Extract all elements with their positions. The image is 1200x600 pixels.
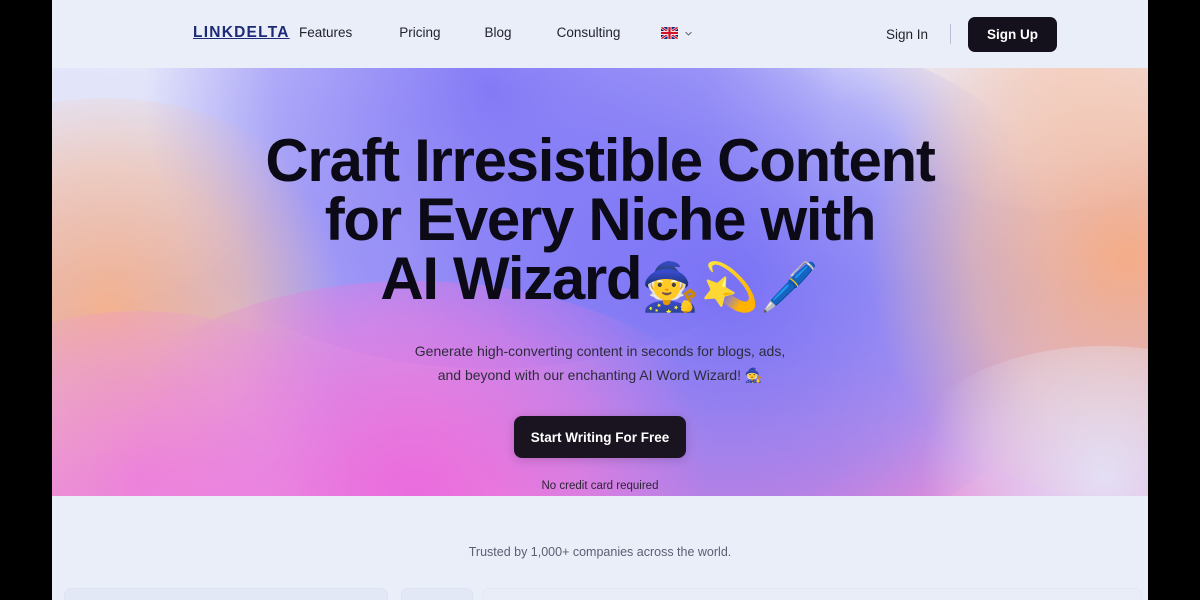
trust-section: Trusted by 1,000+ companies across the w… [52, 496, 1148, 600]
nav-item-blog[interactable]: Blog [485, 24, 512, 42]
hero-subtitle: Generate high-converting content in seco… [415, 339, 785, 387]
sign-up-button[interactable]: Sign Up [968, 16, 1057, 52]
headline-line-3-text: AI Wizard [380, 245, 642, 312]
primary-navigation: Features Pricing Blog Consulting [299, 24, 693, 42]
navbar-inner: LINKDELTA Features Pricing Blog Consulti… [52, 0, 1148, 68]
screenshot-root: Craft Irresistible Content for Every Nic… [0, 0, 1200, 600]
logo-card [401, 588, 473, 600]
subtitle-line-1: Generate high-converting content in seco… [414, 343, 786, 359]
nav-item-pricing[interactable]: Pricing [399, 24, 440, 42]
navbar-actions: Sign In Sign Up [886, 0, 1057, 68]
hero-content: Craft Irresistible Content for Every Nic… [52, 0, 1148, 496]
headline-line-1: Craft Irresistible Content [265, 127, 935, 194]
trust-text: Trusted by 1,000+ companies across the w… [468, 545, 732, 559]
subtitle-line-2: and beyond with our enchanting AI Word W… [437, 367, 763, 383]
brand-logo[interactable]: LINKDELTA [193, 25, 290, 41]
hero-section: Craft Irresistible Content for Every Nic… [52, 0, 1148, 496]
uk-flag-icon [661, 27, 679, 39]
start-writing-button[interactable]: Start Writing For Free [514, 416, 686, 458]
navbar: LINKDELTA Features Pricing Blog Consulti… [52, 0, 1148, 68]
logo-card [482, 588, 1142, 600]
chevron-down-icon [685, 31, 693, 36]
page-title: Craft Irresistible Content for Every Nic… [265, 127, 935, 316]
wizard-emoji-group: 🧙💫🖊️ [641, 260, 820, 313]
logo-strip [52, 588, 1148, 600]
sign-in-link[interactable]: Sign In [886, 27, 928, 42]
headline-line-3: AI Wizard🧙💫🖊️ [265, 249, 934, 316]
browser-viewport: Craft Irresistible Content for Every Nic… [52, 0, 1148, 600]
nav-item-consulting[interactable]: Consulting [557, 24, 621, 42]
headline-line-2: for Every Niche with [324, 186, 877, 253]
nav-item-features[interactable]: Features [299, 24, 352, 42]
navbar-divider [950, 24, 951, 44]
language-switcher[interactable] [661, 27, 693, 39]
cta-note: No credit card required [541, 480, 659, 492]
logo-card [64, 588, 388, 600]
